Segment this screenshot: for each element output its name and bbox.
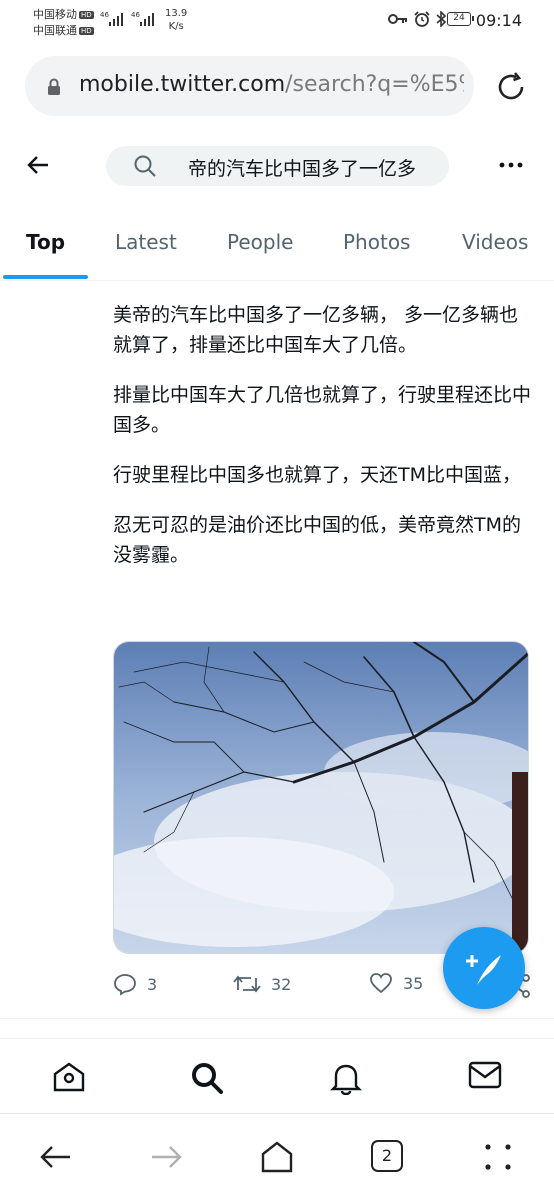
home-icon[interactable] bbox=[52, 1061, 86, 1093]
alarm-icon bbox=[414, 11, 430, 27]
browser-back-icon[interactable] bbox=[38, 1140, 72, 1174]
bluetooth-icon bbox=[436, 11, 446, 27]
twitter-bottom-nav bbox=[0, 1038, 554, 1114]
heart-icon bbox=[370, 973, 392, 994]
browser-menu-icon[interactable] bbox=[484, 1143, 512, 1171]
tweet-paragraph: 美帝的汽车比中国多了一亿多辆， 多一亿多辆也就算了，排量还比中国车大了几倍。 bbox=[113, 304, 519, 356]
battery-icon: 24 bbox=[447, 12, 474, 26]
retweet-button[interactable]: 32 bbox=[233, 972, 291, 996]
tweet-photo[interactable] bbox=[113, 641, 529, 954]
reply-icon bbox=[114, 974, 136, 996]
browser-bottom-nav bbox=[0, 1115, 554, 1200]
like-button[interactable]: 35 bbox=[369, 972, 423, 994]
network-speed: 13.9 K/s bbox=[165, 8, 188, 32]
tweet-paragraph: 排量比中国车大了几倍也就算了，行驶里程还比中国多。 bbox=[113, 384, 532, 436]
bell-icon[interactable] bbox=[330, 1061, 362, 1095]
compose-tweet-button[interactable] bbox=[443, 927, 525, 1009]
search-icon bbox=[134, 155, 156, 177]
tab-people[interactable]: People bbox=[227, 230, 293, 254]
carrier-1: 中国移动 HD bbox=[33, 8, 94, 21]
reload-icon[interactable] bbox=[494, 70, 528, 104]
search-tabs: Top Latest People Photos Videos bbox=[0, 218, 554, 281]
address-bar[interactable]: mobile.twitter.com/search?q=%E5% bbox=[25, 56, 474, 116]
browser-home-icon[interactable] bbox=[260, 1140, 294, 1174]
tab-photos[interactable]: Photos bbox=[343, 230, 410, 254]
tweet-divider bbox=[0, 1018, 554, 1019]
signal-icon bbox=[107, 12, 125, 26]
clock: 09:14 bbox=[475, 11, 522, 30]
tweet-paragraph: 行驶里程比中国多也就算了，天还TM比中国蓝， bbox=[113, 464, 522, 486]
status-bar: 中国移动 HD 中国联通 HD 46 46 13.9 K/s 24 09:14 bbox=[0, 0, 554, 40]
reply-button[interactable]: 3 bbox=[113, 972, 157, 996]
active-tab-indicator bbox=[3, 275, 88, 279]
explore-search-icon[interactable] bbox=[190, 1061, 224, 1095]
tab-videos[interactable]: Videos bbox=[462, 230, 528, 254]
tweet-paragraph: 忍无可忍的是油价还比中国的低，美帝竟然TM的没雾霾。 bbox=[113, 514, 522, 566]
tab-top[interactable]: Top bbox=[26, 230, 65, 254]
envelope-icon[interactable] bbox=[468, 1061, 502, 1089]
like-count: 35 bbox=[403, 973, 424, 993]
retweet-count: 32 bbox=[271, 974, 292, 994]
lock-icon bbox=[48, 78, 60, 95]
retweet-icon bbox=[233, 975, 261, 993]
back-arrow-icon[interactable] bbox=[26, 153, 50, 177]
tab-switcher-button[interactable]: 2 bbox=[371, 1140, 403, 1172]
signal-icon-2 bbox=[138, 12, 156, 26]
tab-latest[interactable]: Latest bbox=[115, 230, 177, 254]
browser-forward-icon[interactable] bbox=[150, 1140, 184, 1174]
more-options-icon[interactable] bbox=[499, 162, 523, 168]
reply-count: 3 bbox=[147, 974, 158, 994]
search-input[interactable]: 帝的汽车比中国多了一亿多 bbox=[106, 146, 449, 186]
tweet-text: 美帝的汽车比中国多了一亿多辆， 多一亿多辆也就算了，排量还比中国车大了几倍。 排… bbox=[113, 300, 533, 590]
carrier-2: 中国联通 HD bbox=[33, 24, 94, 37]
feather-plus-icon bbox=[466, 955, 501, 985]
search-query: 帝的汽车比中国多了一亿多 bbox=[188, 158, 417, 180]
key-icon bbox=[388, 14, 407, 24]
url-text[interactable]: mobile.twitter.com/search?q=%E5% bbox=[79, 72, 464, 97]
